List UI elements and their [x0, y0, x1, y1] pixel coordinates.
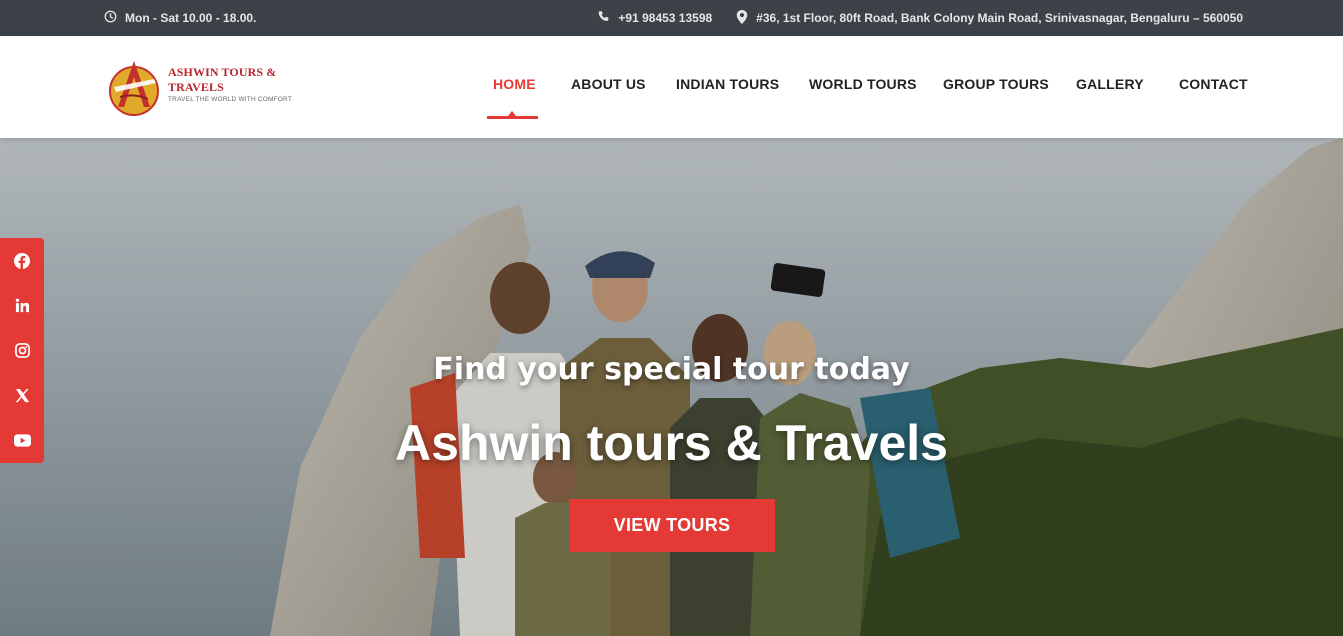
nav-group-tours[interactable]: GROUP TOURS — [943, 76, 1049, 92]
site-header: ASHWIN TOURS & TRAVELS TRAVEL THE WORLD … — [0, 36, 1343, 138]
address-text: #36, 1st Floor, 80ft Road, Bank Colony M… — [756, 11, 1243, 25]
nav-about-us[interactable]: ABOUT US — [571, 76, 646, 92]
map-pin-icon — [736, 9, 748, 27]
business-hours-text: Mon - Sat 10.00 - 18.00. — [125, 11, 257, 25]
view-tours-button[interactable]: VIEW TOURS — [569, 499, 775, 552]
nav-indian-tours[interactable]: INDIAN TOURS — [676, 76, 779, 92]
address-contact: #36, 1st Floor, 80ft Road, Bank Colony M… — [736, 9, 1243, 27]
instagram-icon[interactable] — [0, 328, 44, 373]
nav-home[interactable]: HOME — [493, 76, 536, 92]
phone-number: +91 98453 13598 — [618, 11, 713, 25]
facebook-icon[interactable] — [0, 238, 44, 283]
clock-icon — [104, 10, 117, 26]
nav-world-tours[interactable]: WORLD TOURS — [809, 76, 917, 92]
social-sidebar — [0, 238, 44, 463]
hero-overlay — [0, 138, 1343, 636]
business-hours: Mon - Sat 10.00 - 18.00. — [104, 0, 256, 36]
main-nav: HOME ABOUT US INDIAN TOURS WORLD TOURS G… — [0, 36, 1343, 138]
nav-contact[interactable]: CONTACT — [1179, 76, 1248, 92]
x-icon[interactable] — [0, 373, 44, 418]
hero-subtitle: Find your special tour today — [433, 352, 910, 387]
hero-title: Ashwin tours & Travels — [395, 415, 948, 471]
youtube-icon[interactable] — [0, 418, 44, 463]
phone-contact[interactable]: +91 98453 13598 — [597, 10, 712, 26]
nav-gallery[interactable]: GALLERY — [1076, 76, 1144, 92]
phone-icon — [597, 10, 610, 26]
top-info-bar: Mon - Sat 10.00 - 18.00. +91 98453 13598… — [0, 0, 1343, 36]
linkedin-icon[interactable] — [0, 283, 44, 328]
active-nav-indicator — [487, 111, 538, 119]
hero-banner: Find your special tour today Ashwin tour… — [0, 138, 1343, 636]
